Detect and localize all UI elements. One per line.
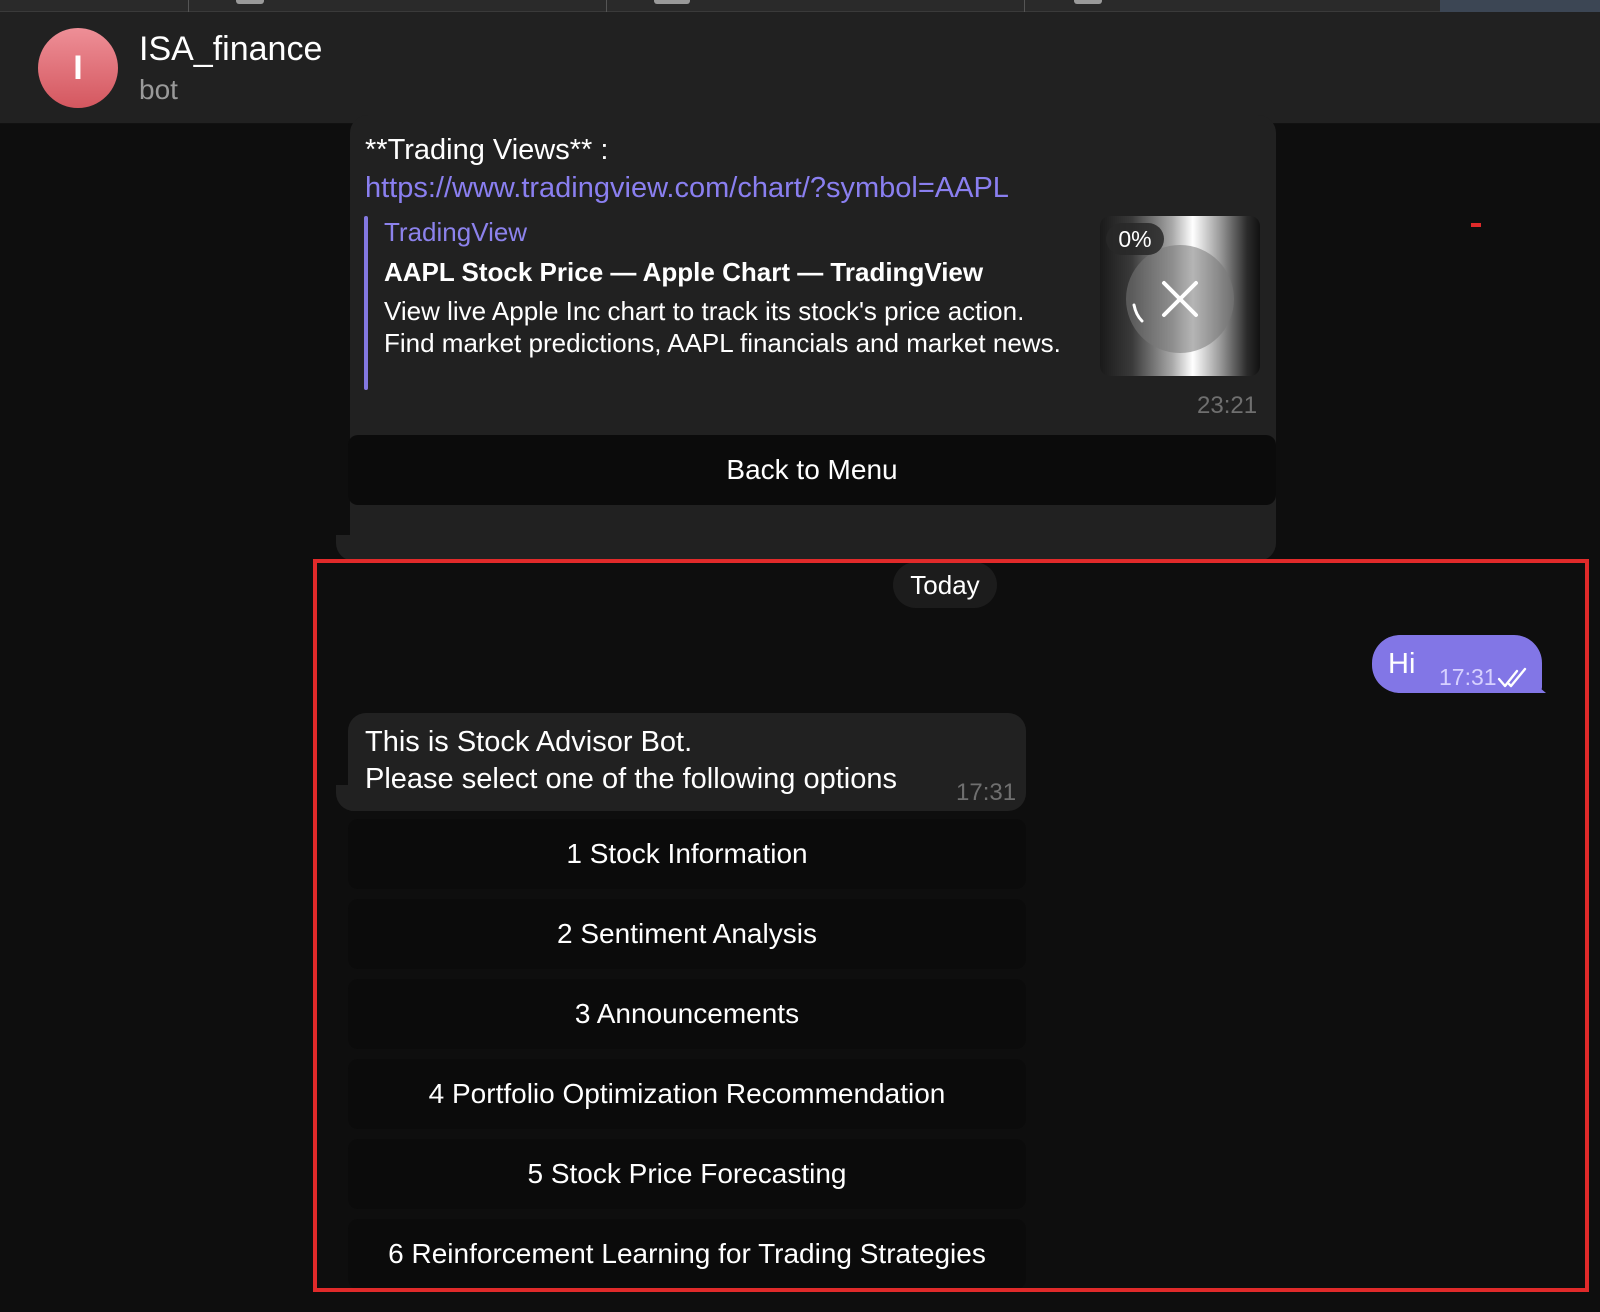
telegram-window: I ISA_finance bot **Trading Views** : ht…: [0, 0, 1600, 1312]
option-button-reinforcement-learning[interactable]: 6 Reinforcement Learning for Trading Str…: [348, 1219, 1026, 1289]
progress-arc-icon: [1132, 303, 1144, 323]
download-progress: 0%: [1106, 223, 1164, 255]
annotation-mark: [1471, 223, 1481, 227]
preview-description: View live Apple Inc chart to track its s…: [384, 296, 1061, 358]
message-text: **Trading Views** :: [365, 134, 609, 166]
bubble-tail: [336, 535, 364, 561]
tab-icon[interactable]: [654, 0, 690, 4]
preview-site-name[interactable]: TradingView: [384, 217, 527, 248]
message-text: Hi: [1388, 648, 1416, 680]
chat-header[interactable]: I ISA_finance bot: [0, 12, 1600, 124]
option-button-announcements[interactable]: 3 Announcements: [348, 979, 1026, 1049]
chat-title: ISA_finance: [139, 30, 323, 68]
option-button-price-forecasting[interactable]: 5 Stock Price Forecasting: [348, 1139, 1026, 1209]
bubble-tail: [336, 785, 364, 811]
chat-subtitle: bot: [139, 74, 178, 105]
close-icon[interactable]: [1158, 277, 1202, 321]
tab-divider: [1024, 0, 1025, 12]
preview-accent-bar: [364, 216, 368, 390]
message-time: 17:31: [956, 779, 1017, 806]
option-button-stock-information[interactable]: 1 Stock Information: [348, 819, 1026, 889]
avatar[interactable]: I: [38, 28, 118, 108]
tab-icon[interactable]: [236, 0, 264, 4]
message-text: Please select one of the following optio…: [365, 763, 898, 795]
option-button-sentiment-analysis[interactable]: 2 Sentiment Analysis: [348, 899, 1026, 969]
preview-title[interactable]: AAPL Stock Price — Apple Chart — Trading…: [384, 257, 983, 288]
avatar-letter: I: [73, 48, 83, 87]
message-time: 23:21: [1197, 392, 1258, 419]
message-text: This is Stock Advisor Bot.: [365, 726, 693, 758]
date-separator: Today: [893, 562, 997, 608]
double-check-icon: [1497, 667, 1527, 688]
active-tab[interactable]: [1440, 0, 1600, 12]
tab-divider: [188, 0, 189, 12]
tab-divider: [606, 0, 607, 12]
back-to-menu-button[interactable]: Back to Menu: [348, 435, 1276, 505]
option-button-portfolio-optimization[interactable]: 4 Portfolio Optimization Recommendation: [348, 1059, 1026, 1129]
message-list[interactable]: **Trading Views** : https://www.tradingv…: [0, 115, 1600, 1312]
message-link[interactable]: https://www.tradingview.com/chart/?symbo…: [365, 172, 1009, 205]
message-time: 17:31: [1439, 664, 1497, 690]
tab-strip: [0, 0, 1600, 12]
tab-icon[interactable]: [1074, 0, 1102, 4]
